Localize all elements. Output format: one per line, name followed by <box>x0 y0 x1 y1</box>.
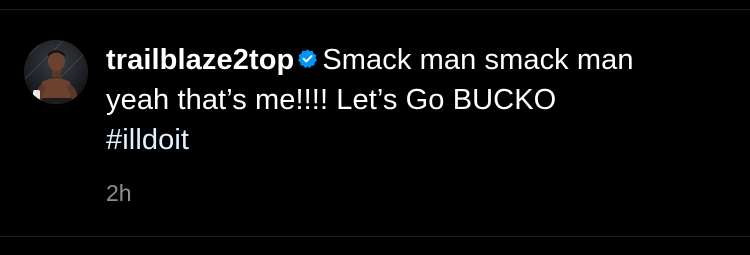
comment-text: trailblaze2top Smack man smack man yeah … <box>106 40 706 160</box>
verified-badge-icon <box>298 49 318 69</box>
avatar[interactable] <box>24 40 88 104</box>
avatar-image <box>24 40 88 104</box>
hashtag-link[interactable]: #illdoit <box>106 120 706 160</box>
comment-text-line2: yeah that’s me!!!! Let’s Go BUCKO <box>106 84 557 116</box>
top-divider <box>0 9 750 10</box>
timestamp[interactable]: 2h <box>106 180 706 207</box>
bottom-divider <box>0 236 750 237</box>
comment-text-line1: Smack man smack man <box>322 44 634 76</box>
comment-body: trailblaze2top Smack man smack man yeah … <box>106 40 706 207</box>
username-link[interactable]: trailblaze2top <box>106 44 294 76</box>
